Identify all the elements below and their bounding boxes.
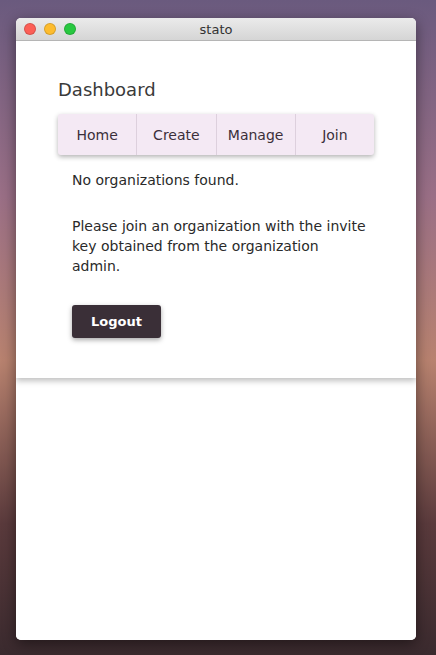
title-bar: stato (16, 18, 416, 41)
close-icon[interactable] (24, 23, 36, 35)
tab[interactable]: Home (58, 114, 136, 155)
tab[interactable]: Join (295, 114, 374, 155)
desktop: stato Dashboard HomeCreateManageJoin No org… (0, 0, 436, 655)
minimize-icon[interactable] (44, 23, 56, 35)
empty-message: No organizations found. (72, 170, 376, 190)
content: Dashboard HomeCreateManageJoin No organiza… (16, 41, 416, 640)
zoom-icon[interactable] (64, 23, 76, 35)
dashboard-card: Dashboard HomeCreateManageJoin No organiza… (16, 41, 416, 378)
join-hint: Please join an organization with the inv… (72, 216, 367, 276)
tab[interactable]: Create (136, 114, 215, 155)
tab[interactable]: Manage (216, 114, 295, 155)
dashboard-body: No organizations found. Please join an or… (58, 170, 376, 338)
logout-button[interactable]: Logout (72, 305, 161, 338)
window-title: stato (76, 22, 356, 37)
page-title: Dashboard (58, 79, 376, 100)
app-window: stato Dashboard HomeCreateManageJoin No org… (16, 18, 416, 640)
tab-bar: HomeCreateManageJoin (58, 114, 374, 155)
window-controls (24, 23, 76, 35)
